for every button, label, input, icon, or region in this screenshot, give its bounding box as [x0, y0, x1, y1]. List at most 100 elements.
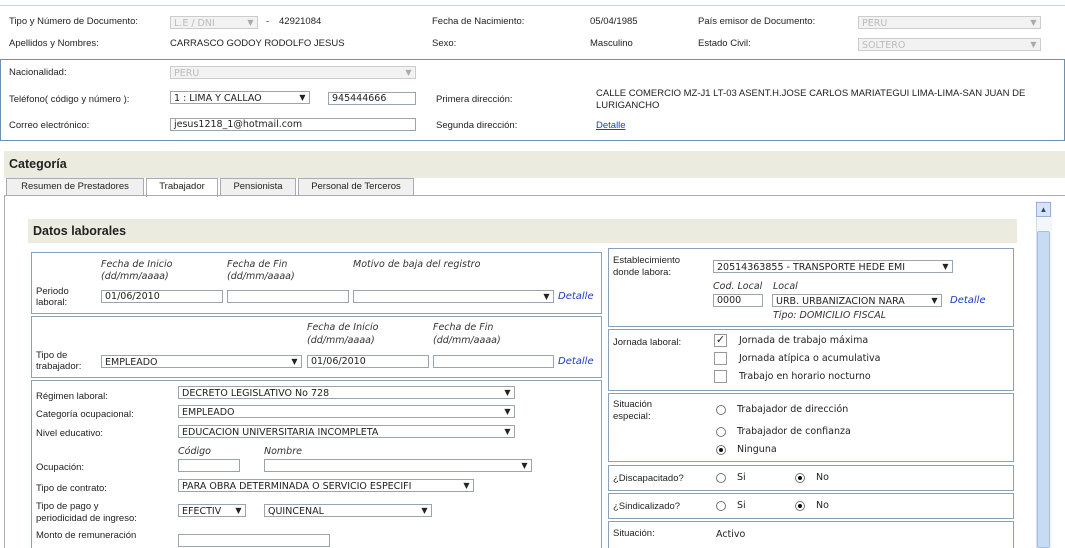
- radio-discapacitado-no[interactable]: [795, 473, 805, 483]
- tipo-doc-label: Tipo y Número de Documento:: [9, 16, 139, 27]
- segunda-dir-label: Segunda dirección:: [436, 120, 518, 131]
- jornada-label: Jornada laboral:: [613, 337, 682, 348]
- radio-trabajador-confianza[interactable]: [716, 427, 726, 437]
- tipo-fin-input[interactable]: [433, 355, 554, 368]
- chevron-down-icon: ▼: [402, 67, 415, 78]
- situacion-box: [608, 521, 1014, 548]
- radio-discapacitado-si[interactable]: [716, 473, 726, 483]
- discapacitado-label: ¿Discapacitado?: [613, 473, 684, 484]
- pais-select[interactable]: PERU ▼: [858, 16, 1041, 29]
- cod-local-input[interactable]: 0000: [713, 294, 763, 307]
- monto-remuneracion-label: Monto de remuneración: [36, 530, 137, 541]
- establecimiento-label-2: donde labora:: [613, 267, 672, 278]
- telefono-codigo-select[interactable]: 1 : LIMA Y CALLAO ▼: [170, 91, 310, 104]
- tipo-pago-label-2: periodicidad de ingreso:: [36, 513, 137, 524]
- jornada-nocturno-label: Trabajo en horario nocturno: [739, 371, 871, 382]
- situacion-value: Activo: [716, 529, 746, 540]
- sexo-label: Sexo:: [432, 38, 457, 49]
- tipo-contrato-label: Tipo de contrato:: [36, 483, 107, 494]
- chevron-down-icon: ▼: [928, 295, 941, 306]
- fecha-nac-value: 05/04/1985: [590, 16, 638, 27]
- cod-local-label: Cod. Local: [713, 281, 763, 292]
- radio-ninguna[interactable]: [716, 445, 726, 455]
- chevron-down-icon: ▼: [1027, 17, 1040, 28]
- checkmark-icon: ✓: [715, 334, 726, 346]
- trabajador-confianza-label: Trabajador de confianza: [737, 426, 851, 437]
- segunda-dir-link[interactable]: Detalle: [596, 120, 626, 131]
- ocupacion-codigo-input[interactable]: [178, 459, 240, 472]
- estado-civil-select[interactable]: SOLTERO ▼: [858, 38, 1041, 51]
- radio-sindicalizado-si[interactable]: [716, 501, 726, 511]
- chevron-down-icon: ▼: [518, 460, 531, 471]
- tipo-pago-label-1: Tipo de pago y: [36, 501, 99, 512]
- periodo-label-1: Periodo: [36, 286, 69, 297]
- header-rule: [0, 5, 1065, 6]
- tipo-contrato-select[interactable]: PARA OBRA DETERMINADA O SERVICIO ESPECIF…: [178, 479, 474, 492]
- jornada-maxima-checkbox[interactable]: ✓: [714, 334, 727, 347]
- regimen-select[interactable]: DECRETO LEGISLATIVO No 728 ▼: [178, 386, 515, 399]
- nombre-label: Nombre: [264, 446, 302, 457]
- motivo-label: Motivo de baja del registro: [353, 259, 481, 270]
- correo-input[interactable]: jesus1218_1@hotmail.com: [170, 118, 416, 131]
- apellidos-value: CARRASCO GODOY RODOLFO JESUS: [170, 38, 345, 49]
- tipo-inicio-input[interactable]: 01/06/2010: [307, 355, 429, 368]
- chevron-down-icon: ▼: [418, 505, 431, 516]
- ocupacion-nombre-select[interactable]: ▼: [264, 459, 532, 472]
- periodo-fecha-fin-label: Fecha de Fin: [227, 259, 288, 270]
- regimen-label: Régimen laboral:: [36, 391, 108, 402]
- situacion-especial-label-2: especial:: [613, 411, 651, 422]
- telefono-numero-input[interactable]: 945444666: [328, 92, 416, 105]
- periodo-label-2: laboral:: [36, 297, 68, 308]
- primera-dir-value: CALLE COMERCIO MZ-J1 LT-03 ASENT.H.JOSE …: [596, 88, 1026, 111]
- estado-civil-label: Estado Civil:: [698, 38, 751, 49]
- tab-pensionista[interactable]: Pensionista: [220, 178, 296, 195]
- apellidos-label: Apellidos y Nombres:: [9, 38, 99, 49]
- nacionalidad-label: Nacionalidad:: [9, 67, 67, 78]
- local-label: Local: [773, 281, 798, 292]
- periodo-inicio-input[interactable]: 01/06/2010: [101, 290, 223, 303]
- sexo-value: Masculino: [590, 38, 633, 49]
- chevron-down-icon: ▼: [296, 92, 309, 103]
- num-doc-value: 42921084: [279, 16, 322, 27]
- jornada-atipica-checkbox[interactable]: [714, 352, 727, 365]
- chevron-down-icon: ▼: [232, 505, 245, 516]
- tipo-pago-select[interactable]: EFECTIV ▼: [178, 504, 246, 517]
- scroll-up-button[interactable]: ▲: [1036, 202, 1051, 217]
- jornada-atipica-label: Jornada atípica o acumulativa: [739, 353, 881, 364]
- primera-dir-label: Primera dirección:: [436, 94, 513, 105]
- jornada-maxima-label: Jornada de trabajo máxima: [739, 335, 869, 346]
- periodicidad-select[interactable]: QUINCENAL ▼: [264, 504, 432, 517]
- radio-sindicalizado-no[interactable]: [795, 501, 805, 511]
- periodo-fin-input[interactable]: [227, 290, 349, 303]
- chevron-down-icon: ▼: [288, 356, 301, 367]
- chevron-down-icon: ▼: [1027, 39, 1040, 50]
- tab-resumen-prestadores[interactable]: Resumen de Prestadores: [6, 178, 144, 195]
- tipo-trabajador-label-2: trabajador:: [36, 361, 82, 372]
- local-detalle-link[interactable]: Detalle: [950, 295, 986, 306]
- tipo-fecha-fin-fmt: (dd/mm/aaaa): [433, 335, 501, 346]
- categoria-title: Categoría: [9, 157, 67, 171]
- jornada-nocturno-checkbox[interactable]: [714, 370, 727, 383]
- scroll-thumb[interactable]: [1037, 231, 1050, 548]
- establecimiento-select[interactable]: 20514363855 - TRANSPORTE HEDE EMI ▼: [713, 260, 953, 273]
- categoria-bar: [4, 151, 1065, 178]
- periodo-fecha-inicio-fmt: (dd/mm/aaaa): [101, 271, 169, 282]
- ocupacion-label: Ocupación:: [36, 462, 85, 473]
- tipo-trabajador-select[interactable]: EMPLEADO ▼: [101, 355, 302, 368]
- motivo-baja-select[interactable]: ▼: [353, 290, 554, 303]
- periodo-detalle-link[interactable]: Detalle: [558, 291, 594, 302]
- sindicalizado-label: ¿Sindicalizado?: [613, 501, 681, 512]
- periodo-fecha-inicio-label: Fecha de Inicio: [101, 259, 173, 270]
- monto-remuneracion-input[interactable]: [178, 534, 330, 547]
- categoria-ocupacional-select[interactable]: EMPLEADO ▼: [178, 405, 515, 418]
- nacionalidad-select[interactable]: PERU ▼: [170, 66, 416, 79]
- local-select[interactable]: URB. URBANIZACION NARA ▼: [772, 294, 942, 307]
- periodo-fecha-fin-fmt: (dd/mm/aaaa): [227, 271, 295, 282]
- tab-personal-terceros[interactable]: Personal de Terceros: [298, 178, 414, 195]
- tipo-doc-select[interactable]: L.E / DNI ▼: [170, 16, 258, 29]
- nivel-educativo-select[interactable]: EDUCACION UNIVERSITARIA INCOMPLETA ▼: [178, 425, 515, 438]
- tipo-local-text: Tipo: DOMICILIO FISCAL: [773, 310, 887, 321]
- radio-trabajador-direccion[interactable]: [716, 405, 726, 415]
- chevron-down-icon: ▼: [540, 291, 553, 302]
- tipo-detalle-link[interactable]: Detalle: [558, 356, 594, 367]
